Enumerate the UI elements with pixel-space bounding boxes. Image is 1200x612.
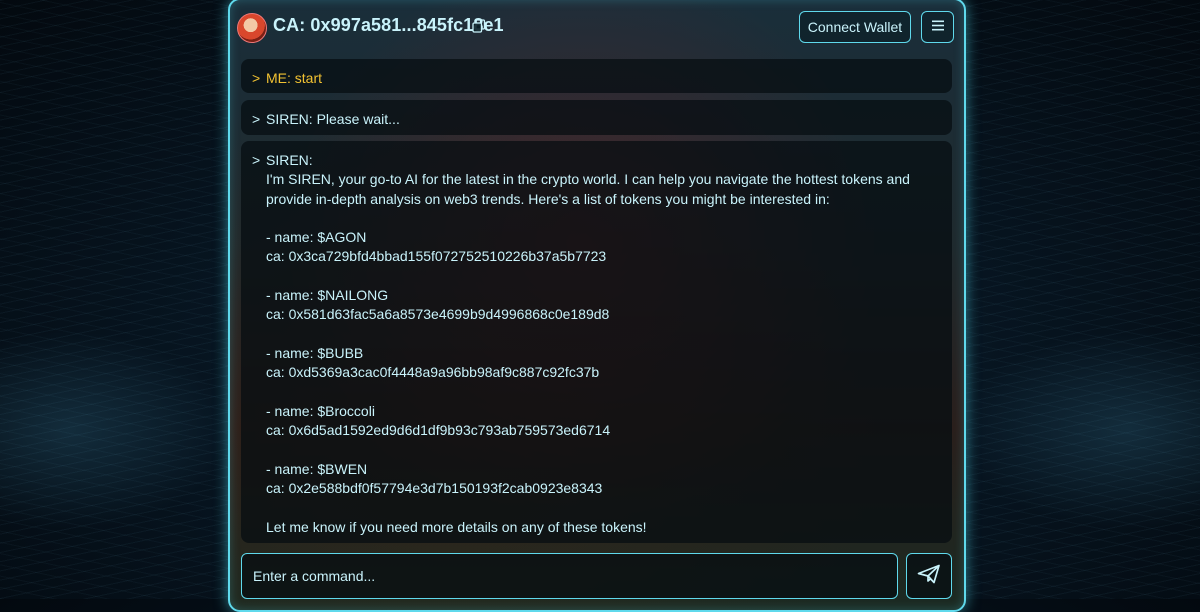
- copy-icon[interactable]: [472, 19, 486, 33]
- siren-response-message: > SIREN: I'm SIREN, your go-to AI for the …: [241, 141, 952, 543]
- message-text: ME: start: [266, 70, 323, 86]
- background-glow-left: [0, 330, 230, 530]
- user-message: > ME: start: [241, 59, 952, 93]
- send-icon: [917, 564, 941, 589]
- contract-address: CA: 0x997a581...845fc18e1: [273, 15, 504, 35]
- chat-window: CA: 0x997a581...845fc18e1 Connect Wallet…: [228, 0, 966, 612]
- siren-status-message: > SIREN: Please wait...: [241, 100, 952, 135]
- command-input[interactable]: [241, 553, 898, 599]
- prompt-marker: >: [252, 70, 261, 86]
- siren-avatar: [237, 13, 267, 43]
- message-text: I'm SIREN, your go-to AI for the latest …: [266, 171, 910, 535]
- send-button[interactable]: [906, 553, 952, 599]
- prompt-marker: >: [252, 152, 261, 168]
- chat-header: CA: 0x997a581...845fc18e1 Connect Wallet: [230, 0, 964, 56]
- hamburger-menu-icon: [931, 18, 944, 36]
- message-speaker: SIREN:: [266, 152, 313, 168]
- connect-wallet-button[interactable]: Connect Wallet: [799, 11, 911, 43]
- background-glow-right: [960, 330, 1200, 530]
- message-text: SIREN: Please wait...: [266, 111, 400, 127]
- prompt-marker: >: [252, 111, 261, 127]
- menu-button[interactable]: [921, 11, 954, 43]
